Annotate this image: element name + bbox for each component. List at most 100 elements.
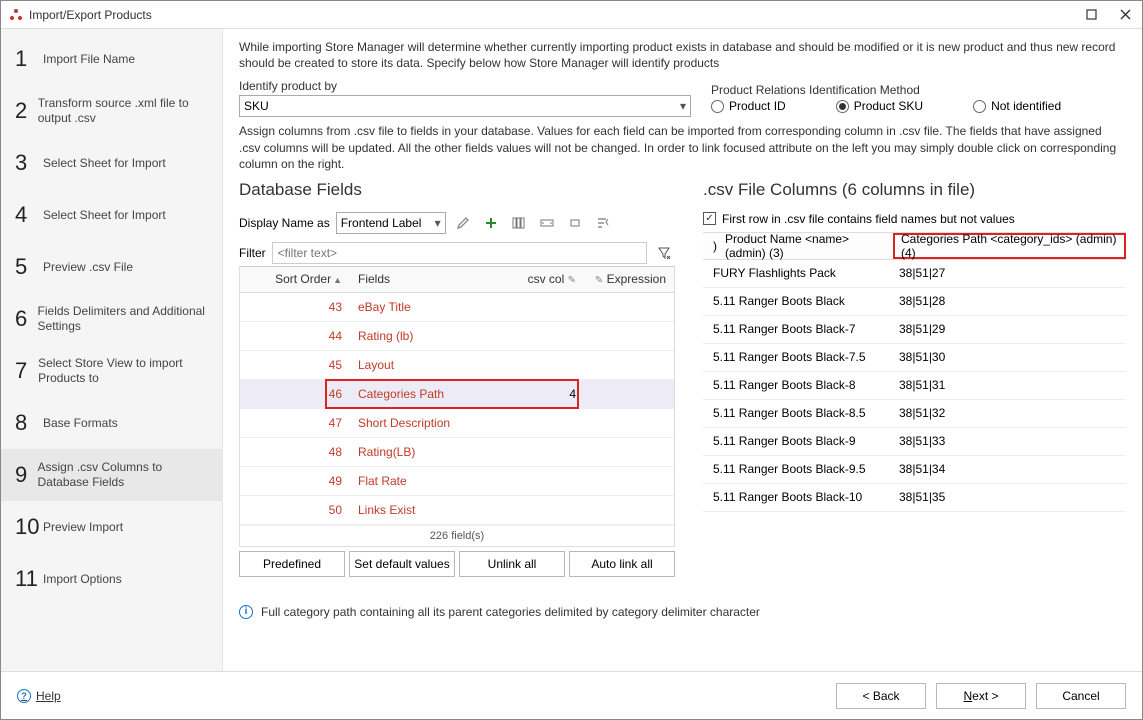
step-label: Select Sheet for Import — [43, 208, 166, 223]
cell-sort: 46 — [240, 387, 350, 401]
display-name-select[interactable]: Frontend Label ▾ — [336, 212, 446, 234]
col-fields[interactable]: Fields — [350, 272, 504, 286]
help-link[interactable]: ? Help — [17, 689, 61, 703]
identify-product-value: SKU — [244, 99, 269, 113]
wizard-step-2[interactable]: 2Transform source .xml file to output .c… — [1, 85, 222, 137]
add-icon[interactable] — [480, 212, 502, 234]
step-label: Transform source .xml file to output .cs… — [38, 96, 210, 126]
clear-filter-icon[interactable] — [653, 242, 675, 264]
csv-data-row[interactable]: 5.11 Ranger Boots Black38|51|28 — [703, 288, 1126, 316]
close-button[interactable] — [1108, 1, 1142, 29]
cell-sort: 50 — [240, 503, 350, 517]
wizard-step-5[interactable]: 5Preview .csv File — [1, 241, 222, 293]
csv-cell-categories-path: 38|51|35 — [893, 490, 1126, 504]
csv-cell-categories-path: 38|51|33 — [893, 434, 1126, 448]
auto-link-all-button[interactable]: Auto link all — [569, 551, 675, 577]
database-fields-panel: Database Fields Display Name as Frontend… — [239, 180, 675, 577]
step-label: Base Formats — [43, 416, 118, 431]
first-row-checkbox[interactable]: ✓ — [703, 212, 716, 225]
wizard-step-11[interactable]: 11Import Options — [1, 553, 222, 605]
radio-icon — [836, 100, 849, 113]
column-icon-1[interactable] — [508, 212, 530, 234]
csv-cell-product-name: 5.11 Ranger Boots Black-9.5 — [703, 462, 893, 476]
step-label: Preview Import — [43, 520, 123, 535]
wizard-step-1[interactable]: 1Import File Name — [1, 33, 222, 85]
db-field-row[interactable]: 43eBay Title — [240, 293, 674, 322]
radio-label: Product ID — [729, 99, 786, 113]
wizard-step-9[interactable]: 9Assign .csv Columns to Database Fields — [1, 449, 222, 501]
step-label: Assign .csv Columns to Database Fields — [37, 460, 210, 490]
wizard-step-6[interactable]: 6Fields Delimiters and Additional Settin… — [1, 293, 222, 345]
csv-cell-product-name: FURY Flashlights Pack — [703, 266, 893, 280]
wizard-step-4[interactable]: 4Select Sheet for Import — [1, 189, 222, 241]
csv-col-product-name[interactable]: )Product Name <name> (admin) (3) — [703, 232, 893, 260]
radio-not-identified[interactable]: Not identified — [973, 99, 1061, 113]
wizard-step-8[interactable]: 8Base Formats — [1, 397, 222, 449]
db-field-row[interactable]: 45Layout — [240, 351, 674, 380]
csv-data-row[interactable]: FURY Flashlights Pack38|51|27 — [703, 260, 1126, 288]
chevron-down-icon: ▾ — [680, 99, 686, 113]
cancel-button[interactable]: Cancel — [1036, 683, 1126, 709]
step-label: Import File Name — [43, 52, 135, 67]
cell-sort: 49 — [240, 474, 350, 488]
predefined-button[interactable]: Predefined — [239, 551, 345, 577]
db-table-header: Sort Order▲ Fields csv col ✎ ✎ Expressio… — [240, 267, 674, 293]
info-row: i Full category path containing all its … — [239, 605, 1126, 619]
chevron-down-icon: ▾ — [435, 216, 441, 230]
col-sort-order[interactable]: Sort Order▲ — [240, 272, 350, 286]
csv-data-row[interactable]: 5.11 Ranger Boots Black-1038|51|35 — [703, 484, 1126, 512]
cell-sort: 45 — [240, 358, 350, 372]
step-label: Select Sheet for Import — [43, 156, 166, 171]
title-bar: Import/Export Products — [1, 1, 1142, 29]
cell-field: Rating(LB) — [350, 445, 504, 459]
identify-product-select[interactable]: SKU ▾ — [239, 95, 691, 117]
db-field-row[interactable]: 49Flat Rate — [240, 467, 674, 496]
db-field-row[interactable]: 48Rating(LB) — [240, 438, 674, 467]
csv-data-row[interactable]: 5.11 Ranger Boots Black-738|51|29 — [703, 316, 1126, 344]
cell-field: Short Description — [350, 416, 504, 430]
step-label: Fields Delimiters and Additional Setting… — [38, 304, 210, 334]
csv-data-row[interactable]: 5.11 Ranger Boots Black-838|51|31 — [703, 372, 1126, 400]
csv-data-row[interactable]: 5.11 Ranger Boots Black-7.538|51|30 — [703, 344, 1126, 372]
step-number: 3 — [15, 150, 43, 176]
db-field-row[interactable]: 44Rating (lb) — [240, 322, 674, 351]
wizard-step-3[interactable]: 3Select Sheet for Import — [1, 137, 222, 189]
next-button[interactable]: Next > — [936, 683, 1026, 709]
csv-cell-categories-path: 38|51|34 — [893, 462, 1126, 476]
wizard-step-10[interactable]: 10Preview Import — [1, 501, 222, 553]
filter-settings-icon[interactable] — [592, 212, 614, 234]
csv-cell-product-name: 5.11 Ranger Boots Black-8 — [703, 378, 893, 392]
radio-product-id[interactable]: Product ID — [711, 99, 786, 113]
csv-data-row[interactable]: 5.11 Ranger Boots Black-9.538|51|34 — [703, 456, 1126, 484]
content-area: While importing Store Manager will deter… — [223, 29, 1142, 673]
app-icon — [9, 8, 23, 22]
expand-icon[interactable] — [536, 212, 558, 234]
radio-icon — [973, 100, 986, 113]
csv-data-row[interactable]: 5.11 Ranger Boots Black-938|51|33 — [703, 428, 1126, 456]
sort-asc-icon: ▲ — [333, 275, 342, 285]
first-row-checkbox-row[interactable]: ✓ First row in .csv file contains field … — [703, 212, 1126, 226]
edit-icon[interactable] — [452, 212, 474, 234]
step-number: 4 — [15, 202, 43, 228]
step-label: Select Store View to import Products to — [38, 356, 210, 386]
cell-field: eBay Title — [350, 300, 504, 314]
maximize-button[interactable] — [1074, 1, 1108, 29]
col-csv[interactable]: csv col ✎ — [504, 272, 584, 286]
step-number: 2 — [15, 98, 38, 124]
radio-product-sku[interactable]: Product SKU — [836, 99, 923, 113]
csv-col-categories-path[interactable]: Categories Path <category_ids> (admin) (… — [893, 233, 1126, 259]
db-field-row[interactable]: 46Categories Path4 — [240, 380, 674, 409]
col-expression[interactable]: ✎ Expression — [584, 272, 674, 286]
db-field-row[interactable]: 47Short Description — [240, 409, 674, 438]
back-button[interactable]: < Back — [836, 683, 926, 709]
db-field-row[interactable]: 50Links Exist — [240, 496, 674, 525]
set-default-values-button[interactable]: Set default values — [349, 551, 455, 577]
collapse-icon[interactable] — [564, 212, 586, 234]
db-fields-table: Sort Order▲ Fields csv col ✎ ✎ Expressio… — [239, 266, 675, 547]
unlink-all-button[interactable]: Unlink all — [459, 551, 565, 577]
pencil-icon: ✎ — [568, 275, 576, 286]
csv-data-row[interactable]: 5.11 Ranger Boots Black-8.538|51|32 — [703, 400, 1126, 428]
wizard-step-7[interactable]: 7Select Store View to import Products to — [1, 345, 222, 397]
filter-input[interactable] — [272, 242, 647, 264]
info-text: Full category path containing all its pa… — [261, 605, 760, 619]
